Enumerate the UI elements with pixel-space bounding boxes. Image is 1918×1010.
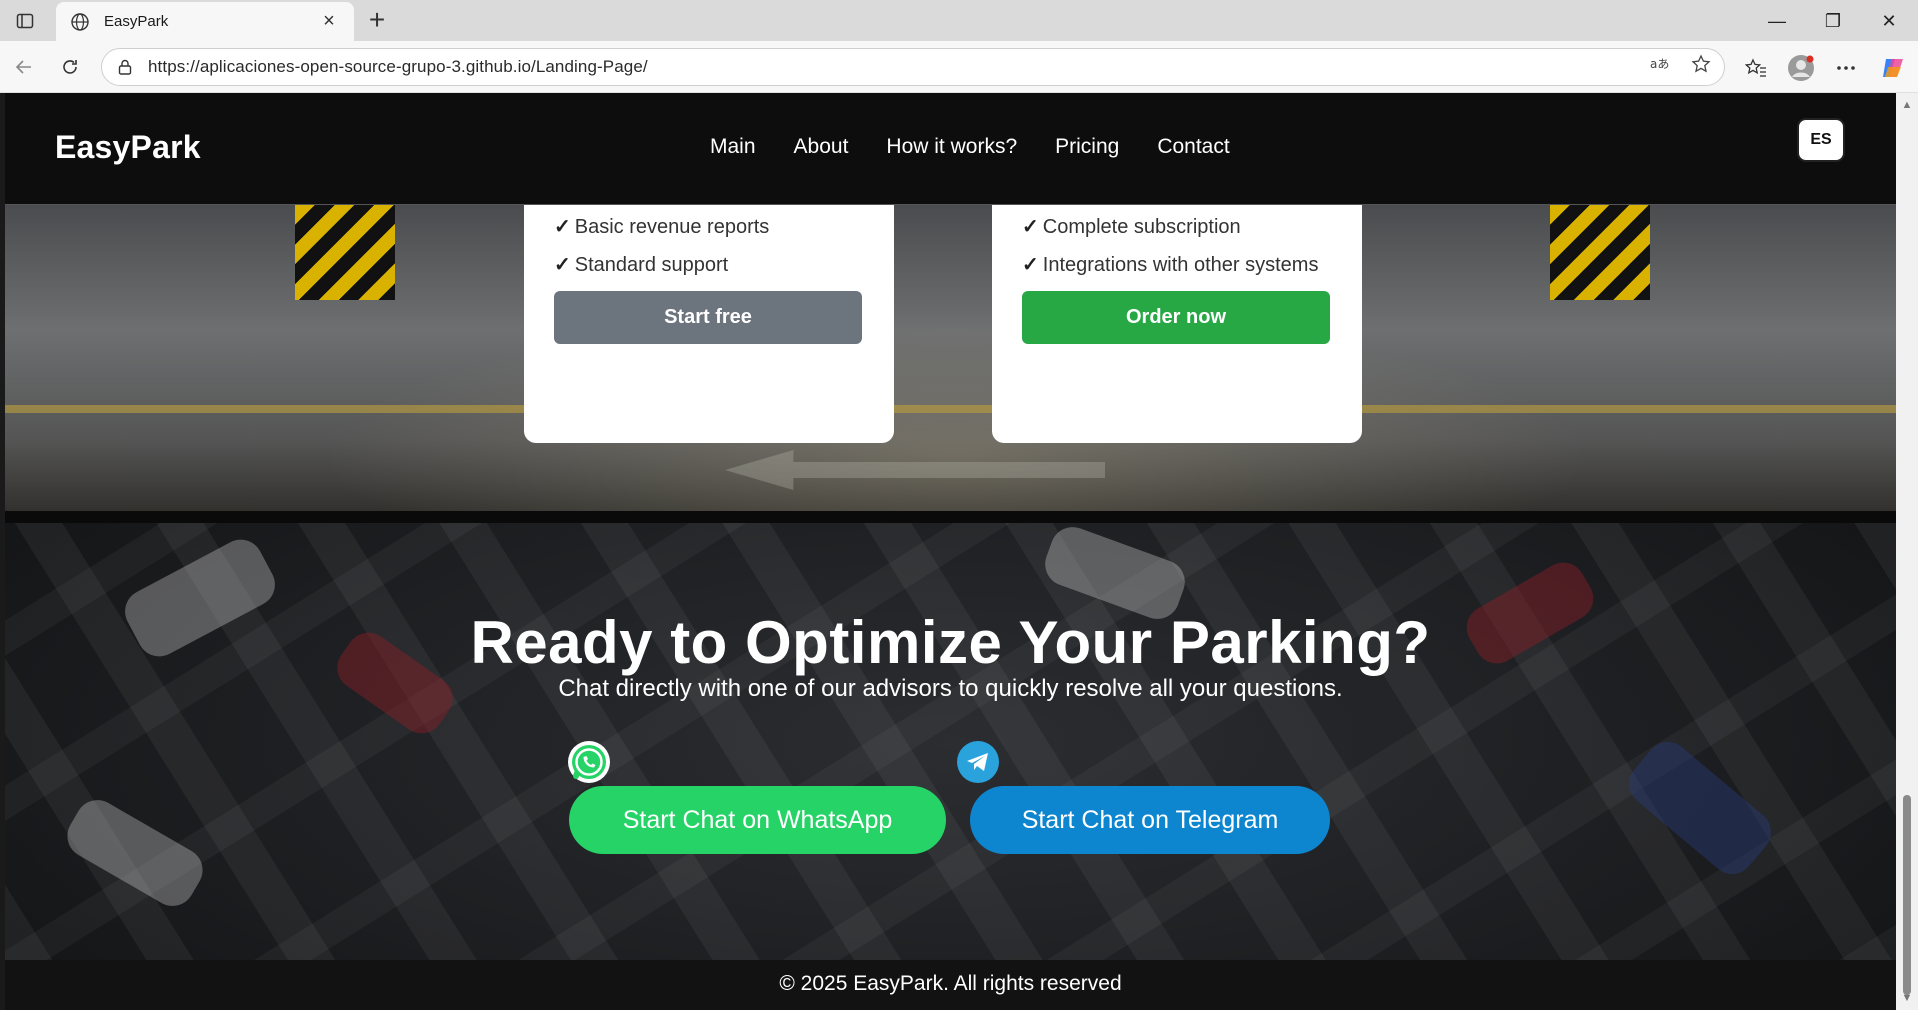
new-tab-button[interactable]: + <box>362 6 392 34</box>
browser-tab-bar: EasyPark × + — ❐ ✕ <box>0 0 1918 41</box>
scrollbar-thumb[interactable] <box>1903 795 1911 995</box>
background-arrow-marking <box>725 450 1105 490</box>
main-nav: Main About How it works? Pricing Contact <box>710 135 1268 159</box>
cta-subtitle: Chat directly with one of our advisors t… <box>558 675 1343 702</box>
favorites-icon[interactable] <box>1739 51 1773 85</box>
copilot-icon[interactable] <box>1876 51 1910 85</box>
page-viewport: EasyPark Main About How it works? Pricin… <box>5 93 1896 1010</box>
browser-tab-active[interactable]: EasyPark × <box>56 2 354 41</box>
translate-icon[interactable]: aあ <box>1646 49 1676 79</box>
nav-about[interactable]: About <box>794 135 849 159</box>
check-icon: ✓ <box>554 216 571 238</box>
feature-label: Standard support <box>574 254 729 276</box>
feature-item: ✓ Integrations with other systems <box>1022 253 1332 277</box>
site-footer: © 2025 EasyPark. All rights reserved <box>5 960 1896 1010</box>
profile-avatar-icon[interactable] <box>1784 51 1818 85</box>
feature-label: Integrations with other systems <box>1042 254 1319 276</box>
telegram-icon[interactable] <box>957 741 999 783</box>
check-icon: ✓ <box>554 254 571 276</box>
tab-close-icon[interactable]: × <box>318 10 340 33</box>
pricing-card-premium: ✓ Complete subscription ✓ Integrations wit… <box>992 205 1362 443</box>
background-pillar <box>1550 205 1650 300</box>
svg-text:aあ: aあ <box>1650 57 1669 71</box>
tab-actions-icon[interactable] <box>10 9 40 33</box>
telegram-chat-button[interactable]: Start Chat on Telegram <box>970 786 1330 854</box>
more-options-icon[interactable] <box>1829 51 1863 85</box>
language-toggle-button[interactable]: ES <box>1797 118 1845 162</box>
nav-main[interactable]: Main <box>710 135 756 159</box>
background-car <box>1620 732 1780 884</box>
start-free-button[interactable]: Start free <box>554 291 862 344</box>
cta-heading: Ready to Optimize Your Parking? <box>470 609 1431 676</box>
pricing-card-basic: ✓ Basic revenue reports ✓ Standard support… <box>524 205 894 443</box>
nav-pricing[interactable]: Pricing <box>1055 135 1119 159</box>
section-divider <box>5 511 1896 523</box>
minimize-button[interactable]: — <box>1757 8 1797 34</box>
copyright-text: © 2025 EasyPark. All rights reserved <box>779 972 1122 995</box>
reload-icon[interactable] <box>54 51 86 83</box>
check-icon: ✓ <box>1022 216 1039 238</box>
pricing-section: ✓ Basic revenue reports ✓ Standard support… <box>5 205 1896 518</box>
background-car <box>59 792 211 914</box>
order-now-button[interactable]: Order now <box>1022 291 1330 344</box>
whatsapp-icon[interactable] <box>568 741 610 783</box>
restore-button[interactable]: ❐ <box>1813 8 1853 34</box>
nav-how-it-works[interactable]: How it works? <box>886 135 1017 159</box>
check-icon: ✓ <box>1022 254 1039 276</box>
site-header: EasyPark Main About How it works? Pricin… <box>5 93 1896 205</box>
whatsapp-chat-button[interactable]: Start Chat on WhatsApp <box>569 786 946 854</box>
browser-toolbar: https://aplicaciones-open-source-grupo-3… <box>0 41 1918 93</box>
scroll-down-arrow-icon[interactable]: ▼ <box>1901 992 1913 1004</box>
contact-cta-section: Ready to Optimize Your Parking? Chat dir… <box>5 523 1896 960</box>
feature-label: Complete subscription <box>1042 216 1241 238</box>
favorite-star-icon[interactable] <box>1686 49 1716 79</box>
site-logo[interactable]: EasyPark <box>55 129 201 166</box>
scroll-up-arrow-icon[interactable]: ▲ <box>1901 99 1913 111</box>
page-scrollbar[interactable]: ▲ ▼ <box>1896 93 1918 1010</box>
feature-label: Basic revenue reports <box>574 216 770 238</box>
site-info-icon[interactable] <box>116 58 134 76</box>
nav-contact[interactable]: Contact <box>1157 135 1229 159</box>
url-text[interactable]: https://aplicaciones-open-source-grupo-3… <box>148 57 648 77</box>
feature-item: ✓ Complete subscription <box>1022 215 1332 239</box>
globe-icon <box>71 12 89 31</box>
address-bar[interactable]: https://aplicaciones-open-source-grupo-3… <box>101 48 1725 86</box>
background-floor-line <box>5 405 1896 413</box>
feature-item: ✓ Standard support <box>554 253 864 277</box>
background-pillar <box>295 205 395 300</box>
feature-item: ✓ Basic revenue reports <box>554 215 864 239</box>
tab-title: EasyPark <box>104 13 169 30</box>
close-window-button[interactable]: ✕ <box>1869 8 1909 34</box>
back-icon[interactable] <box>8 51 40 83</box>
